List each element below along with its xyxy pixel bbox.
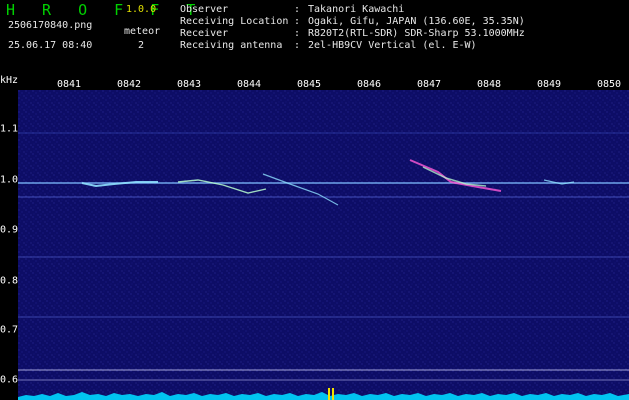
- capture-datetime: 25.06.17 08:40: [8, 40, 93, 51]
- app-title: H R O F F T: [6, 1, 205, 19]
- observer-label: Observer: [180, 4, 229, 15]
- receiver-row: Receiver : R820T2(RTL-SDR) SDR-Sharp 53.…: [180, 28, 525, 40]
- time-label: 0849: [536, 79, 562, 90]
- location-separator: :: [294, 16, 301, 27]
- meteor-marker: [328, 388, 330, 400]
- spectrogram-svg: [18, 90, 629, 400]
- time-label: 0846: [356, 79, 382, 90]
- time-label: 0847: [416, 79, 442, 90]
- spectrogram-plot: [18, 90, 629, 400]
- frequency-label: 0.7: [0, 324, 19, 336]
- location-row: Receiving Location : Ogaki, Gifu, JAPAN …: [180, 16, 525, 28]
- time-label: 0848: [476, 79, 502, 90]
- spectrogram-window: H R O F F T 1.0.0 2506170840.png 25.06.1…: [0, 0, 629, 400]
- meteor-count: 2: [138, 40, 145, 51]
- meteor-label: meteor: [124, 26, 161, 37]
- antenna-value: 2el-HB9CV Vertical (el. E-W): [308, 40, 477, 51]
- frequency-label: 0.9: [0, 224, 19, 236]
- receiver-label: Receiver: [180, 28, 229, 39]
- location-label: Receiving Location: [180, 16, 289, 27]
- file-name: 2506170840.png: [8, 20, 93, 31]
- header-panel: H R O F F T 1.0.0 2506170840.png 25.06.1…: [0, 0, 629, 78]
- meteor-marker: [332, 388, 334, 400]
- observer-row: Observer : Takanori Kawachi: [180, 4, 525, 16]
- location-value: Ogaki, Gifu, JAPAN (136.60E, 35.35N): [308, 16, 525, 27]
- antenna-row: Receiving antenna : 2el-HB9CV Vertical (…: [180, 40, 525, 52]
- time-label: 0844: [236, 79, 262, 90]
- app-version: 1.0.0: [126, 4, 157, 15]
- receiver-value: R820T2(RTL-SDR) SDR-Sharp 53.1000MHz: [308, 28, 525, 39]
- time-label: 0841: [56, 79, 82, 90]
- observer-separator: :: [294, 4, 301, 15]
- time-label: 0842: [116, 79, 142, 90]
- antenna-label: Receiving antenna: [180, 40, 283, 51]
- time-label: 0845: [296, 79, 322, 90]
- time-label: 0843: [176, 79, 202, 90]
- receiver-separator: :: [294, 28, 301, 39]
- observer-value: Takanori Kawachi: [308, 4, 405, 15]
- noise-background: [18, 90, 629, 400]
- station-info: Observer : Takanori Kawachi Receiving Lo…: [180, 4, 525, 52]
- frequency-label: 1.0: [0, 174, 19, 186]
- time-label: 0850: [596, 79, 622, 90]
- frequency-label: 0.8: [0, 275, 19, 287]
- frequency-label: 1.1: [0, 123, 19, 135]
- antenna-separator: :: [294, 40, 301, 51]
- frequency-label: 0.6: [0, 374, 19, 386]
